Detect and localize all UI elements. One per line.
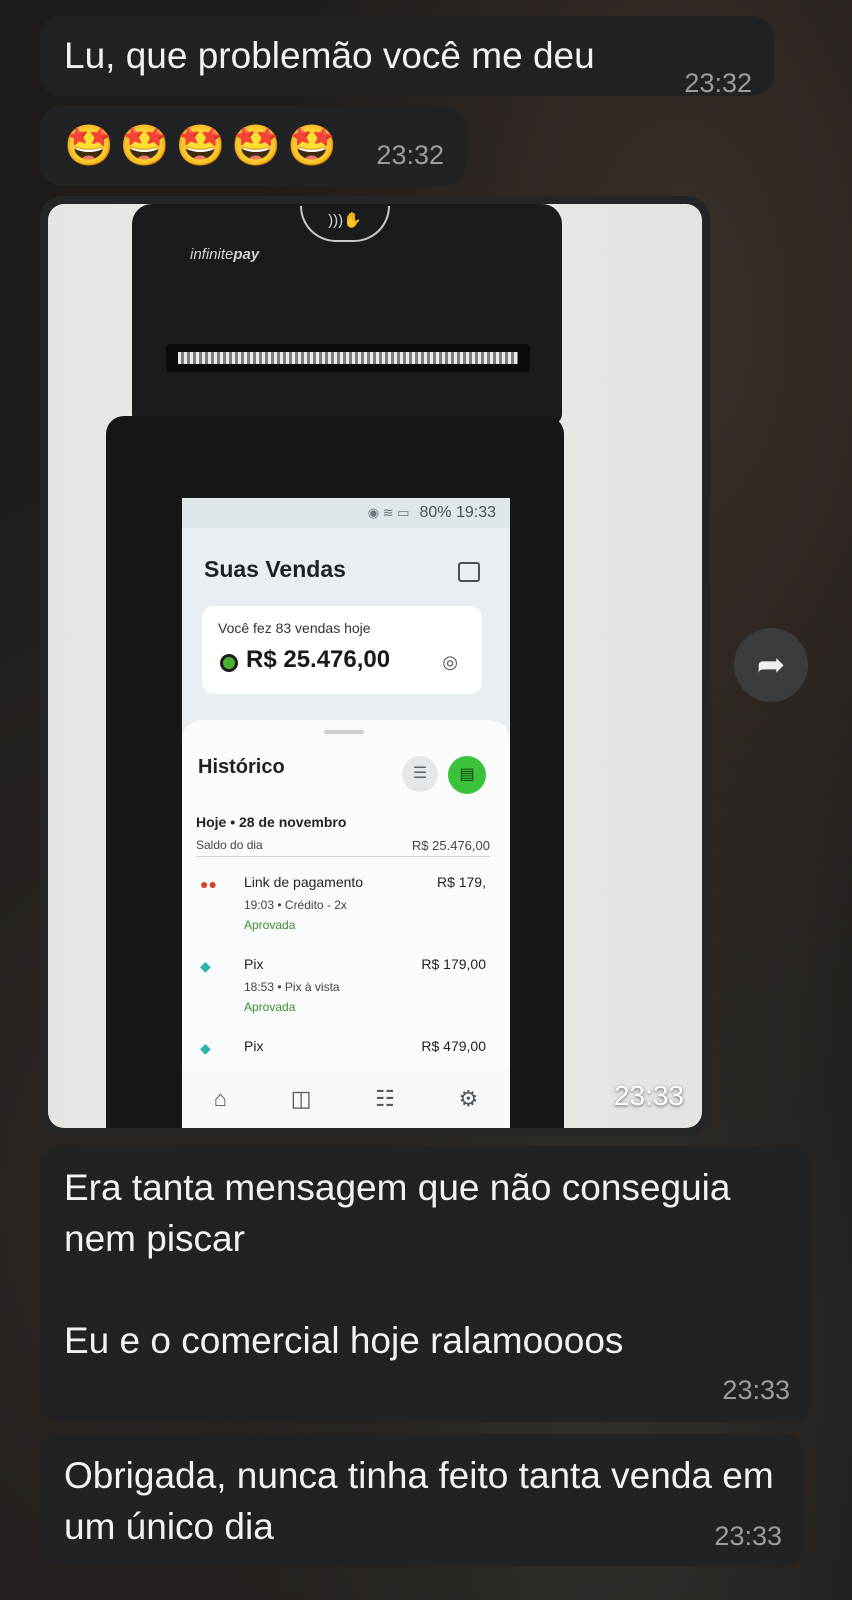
signal-icon: ◉ ≋ ▭ xyxy=(367,505,410,520)
sales-card: Você fez 83 vendas hoje R$ 25.476,00 ◎ xyxy=(202,606,482,694)
calendar-icon xyxy=(458,562,480,582)
message-bubble[interactable]: Era tanta mensagem que não conseguia nem… xyxy=(40,1146,812,1422)
receipt-icon: ☷ xyxy=(375,1086,395,1111)
transaction-row: ◆ Pix 18:53 • Pix à vista Aprovada R$ 17… xyxy=(196,954,496,1034)
pix-icon: ◆ xyxy=(200,1040,211,1056)
device-brand: infinitepay xyxy=(190,246,260,263)
transaction-value: R$ 479,00 xyxy=(421,1038,486,1054)
saldo-value: R$ 25.476,00 xyxy=(411,838,490,853)
divider xyxy=(196,856,490,857)
printer-icon: ▤ xyxy=(448,756,486,794)
message-text: Obrigada, nunca tinha feito tanta venda … xyxy=(64,1455,784,1547)
bottom-nav: ⌂ ◫ ☷ ⚙ xyxy=(182,1070,510,1128)
transaction-value: R$ 179,00 xyxy=(421,956,486,972)
attached-photo[interactable]: )))✋ infinitepay ◉ ≋ ▭ 80% 19:33 Suas Ve… xyxy=(48,204,702,1128)
transaction-status: Aprovada xyxy=(244,1000,296,1014)
message-time: 23:33 xyxy=(613,1080,684,1111)
contactless-icon: )))✋ xyxy=(300,206,390,242)
transaction-title: Pix xyxy=(244,1038,264,1054)
gear-icon: ⚙ xyxy=(458,1086,479,1111)
receipt-paper xyxy=(178,352,518,364)
sales-total: R$ 25.476,00 xyxy=(246,646,391,673)
message-time: 23:33 xyxy=(722,1375,790,1405)
status-bar: ◉ ≋ ▭ 80% 19:33 xyxy=(182,498,510,528)
transaction-title: Pix xyxy=(244,956,264,972)
share-button[interactable]: ➦ xyxy=(734,628,808,702)
filter-icon: ☰ xyxy=(402,756,438,792)
transaction-status: Aprovada xyxy=(244,918,296,932)
eye-icon: ◎ xyxy=(442,652,458,672)
message-text: Era tanta mensagem que não conseguia nem… xyxy=(64,1167,731,1361)
photo-message[interactable]: )))✋ infinitepay ◉ ≋ ▭ 80% 19:33 Suas Ve… xyxy=(40,196,710,1136)
share-arrow-icon: ➦ xyxy=(756,646,786,684)
status-text: 80% 19:33 xyxy=(419,504,496,521)
sales-summary: Você fez 83 vendas hoje xyxy=(218,620,371,636)
bag-icon: ◫ xyxy=(290,1086,312,1111)
message-time: 23:32 xyxy=(376,140,444,170)
message-text: Lu, que problemão você me deu xyxy=(64,35,595,76)
status-dot-icon xyxy=(220,654,238,672)
transaction-row: ●● Link de pagamento 19:03 • Crédito - 2… xyxy=(196,872,496,952)
saldo-label: Saldo do dia xyxy=(196,838,263,852)
message-time: 23:33 xyxy=(714,1521,782,1551)
history-title: Histórico xyxy=(198,756,285,778)
pix-icon: ◆ xyxy=(200,958,211,974)
message-time: 23:32 xyxy=(684,68,752,98)
pos-screen: ◉ ≋ ▭ 80% 19:33 Suas Vendas Você fez 83 … xyxy=(182,498,510,1128)
pos-printer: )))✋ infinitepay xyxy=(132,204,562,424)
message-bubble[interactable]: Obrigada, nunca tinha feito tanta venda … xyxy=(40,1434,804,1566)
message-bubble[interactable]: 🤩🤩🤩🤩🤩 23:32 xyxy=(40,106,466,186)
sheet-handle xyxy=(324,730,364,734)
transaction-detail: 18:53 • Pix à vista xyxy=(244,980,340,994)
card-brand-icon: ●● xyxy=(200,876,217,892)
store-icon: ⌂ xyxy=(213,1086,228,1111)
screen-title: Suas Vendas xyxy=(204,556,346,582)
day-header: Hoje • 28 de novembro xyxy=(196,814,347,830)
history-sheet: Histórico ☰ ▤ Hoje • 28 de novembro Sald… xyxy=(182,720,510,1128)
transaction-value: R$ 179, xyxy=(436,874,486,890)
message-bubble[interactable]: Lu, que problemão você me deu 23:32 xyxy=(40,16,774,98)
transaction-title: Link de pagamento xyxy=(244,874,364,890)
transaction-detail: 19:03 • Crédito - 2x xyxy=(244,898,347,912)
